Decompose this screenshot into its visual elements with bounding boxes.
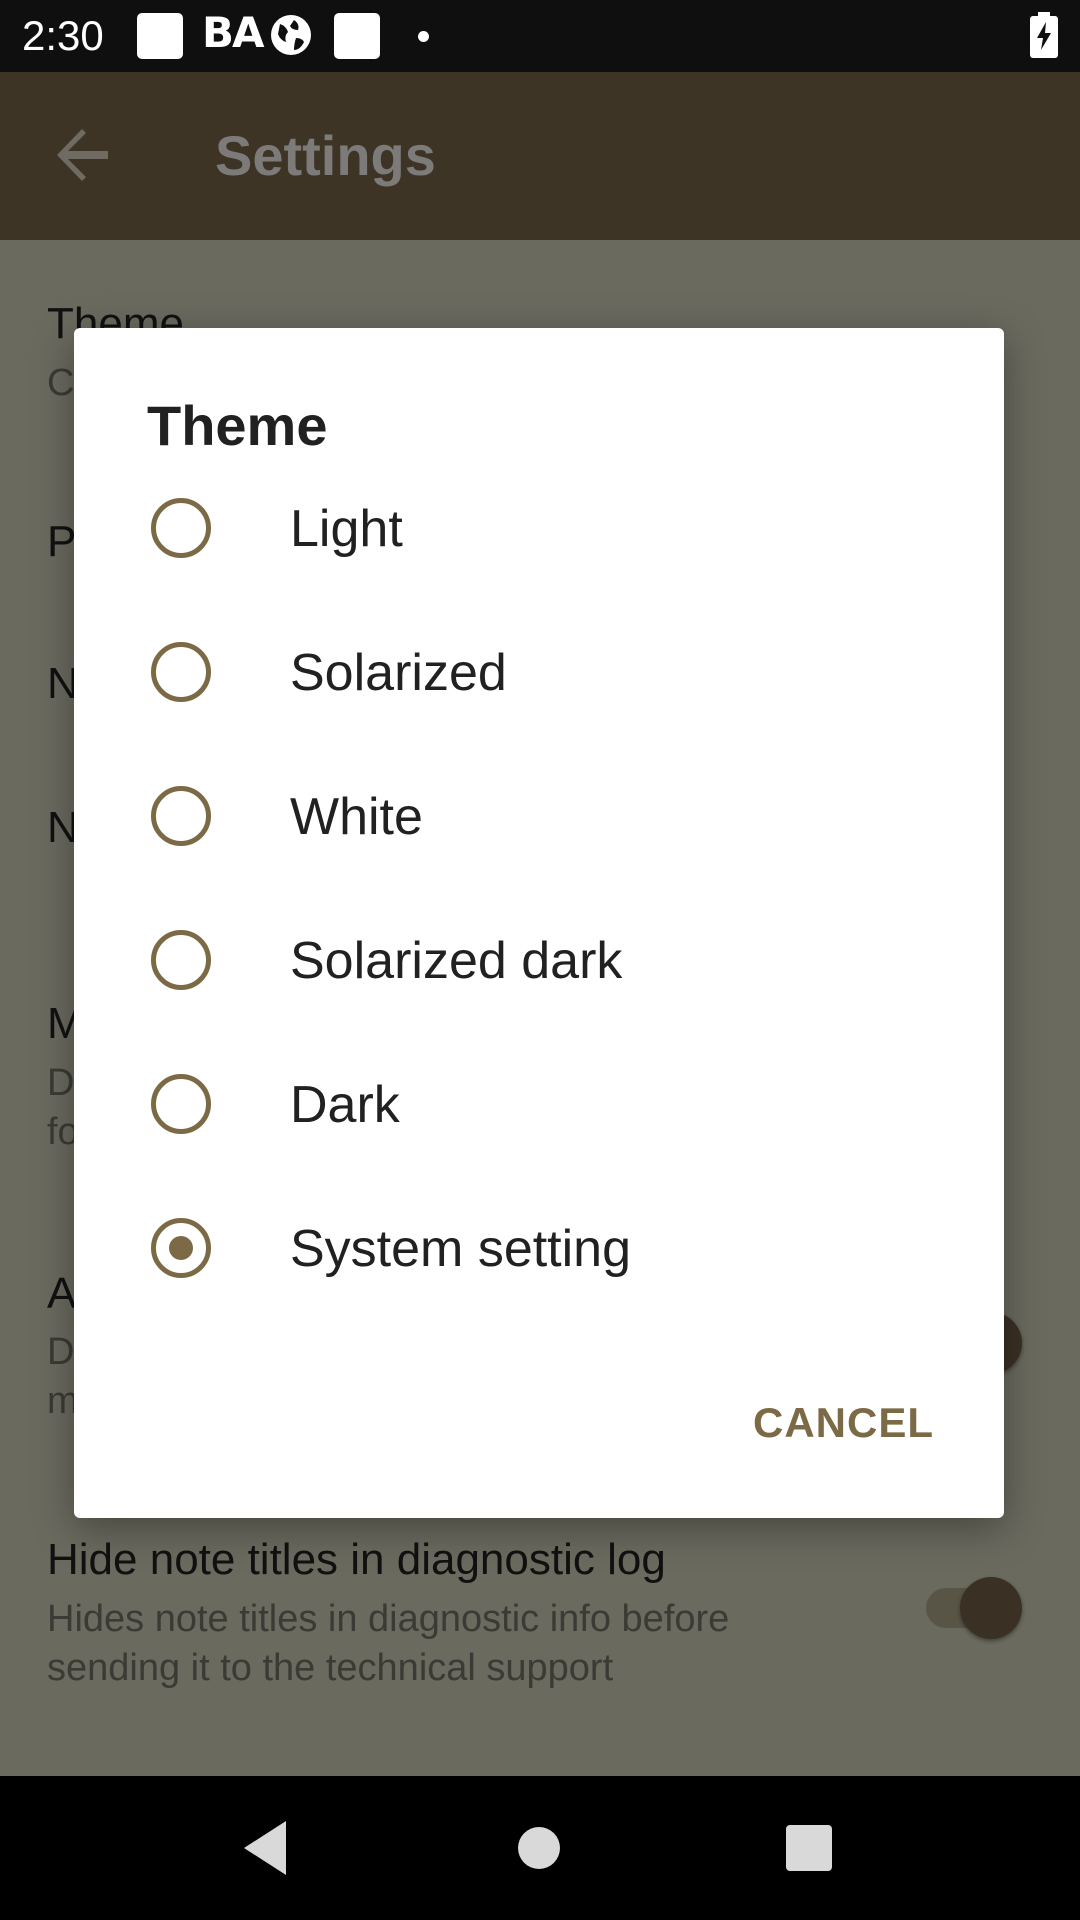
option-label-system-setting: System setting — [290, 1220, 632, 1278]
option-dark[interactable]: Dark — [74, 1032, 1004, 1176]
option-system-setting[interactable]: System setting — [74, 1176, 1004, 1320]
dot-icon — [418, 31, 429, 42]
option-label-white: White — [290, 788, 423, 846]
status-bar: 2:30 BA — [0, 0, 1080, 72]
nav-home-icon[interactable] — [518, 1827, 560, 1869]
notification-square-icon — [137, 13, 183, 59]
cancel-button[interactable]: CANCEL — [753, 1398, 934, 1448]
dialog-title: Theme — [147, 394, 328, 457]
radio-system-setting[interactable] — [151, 1218, 211, 1278]
pref-hide-titles-summary-line-2: sending it to the technical support — [47, 1647, 614, 1689]
radio-white[interactable] — [151, 786, 211, 846]
pref-item-6-title[interactable]: A — [47, 1268, 76, 1320]
status-time: 2:30 — [22, 12, 104, 59]
option-label-solarized-dark: Solarized dark — [290, 932, 623, 990]
option-solarized[interactable]: Solarized — [74, 600, 1004, 744]
carrier-text-icon: BA — [202, 8, 265, 57]
pref-hide-titles-toggle[interactable] — [960, 1577, 1022, 1639]
option-label-light: Light — [290, 500, 403, 558]
radio-solarized-dark[interactable] — [151, 930, 211, 990]
pref-item-5-summary-line-1: D — [47, 1062, 75, 1104]
screen: 2:30 BA Settings Theme C P N N M D fo A … — [0, 0, 1080, 1920]
option-solarized-dark[interactable]: Solarized dark — [74, 888, 1004, 1032]
nav-back-icon[interactable] — [242, 1819, 288, 1877]
page-title: Settings — [215, 124, 436, 187]
option-white[interactable]: White — [74, 744, 1004, 888]
radio-dark[interactable] — [151, 1074, 211, 1134]
radio-solarized[interactable] — [151, 642, 211, 702]
battery-charging-icon — [1030, 12, 1058, 58]
theme-dialog: Theme Light Solarized White Solarized da… — [74, 328, 1004, 1518]
radio-light[interactable] — [151, 498, 211, 558]
option-label-solarized: Solarized — [290, 644, 507, 702]
globe-icon — [271, 15, 311, 55]
option-label-dark: Dark — [290, 1076, 400, 1134]
notification-square-icon — [334, 13, 380, 59]
pref-hide-titles-title[interactable]: Hide note titles in diagnostic log — [47, 1534, 666, 1586]
navigation-bar — [0, 1776, 1080, 1920]
app-bar: Settings — [0, 72, 1080, 240]
nav-recents-icon[interactable] — [786, 1825, 832, 1871]
arrow-back-icon[interactable] — [50, 122, 116, 188]
pref-item-6-summary-line-1: D — [47, 1331, 75, 1373]
option-light[interactable]: Light — [74, 456, 1004, 600]
pref-theme-summary: C — [47, 362, 75, 404]
pref-hide-titles-summary-line-1: Hides note titles in diagnostic info bef… — [47, 1598, 730, 1640]
pref-item-2-title[interactable]: P — [47, 516, 76, 568]
